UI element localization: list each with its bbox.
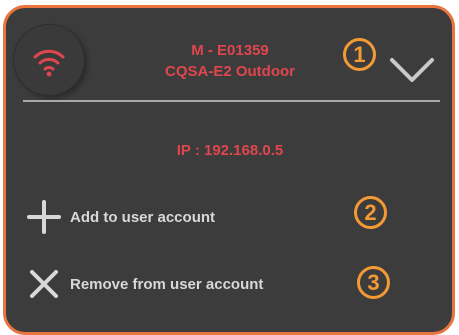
chevron-down-icon[interactable] xyxy=(389,55,435,85)
callout-badge-1: 1 xyxy=(343,38,376,71)
divider xyxy=(23,100,440,102)
ip-address: IP : 192.168.0.5 xyxy=(176,142,284,159)
add-to-account-button[interactable]: Add to user account xyxy=(26,197,215,237)
device-id: M - E01359 xyxy=(191,42,269,59)
wifi-icon xyxy=(33,49,65,77)
callout-badge-2: 2 xyxy=(354,196,387,229)
plus-icon xyxy=(27,200,61,234)
device-model: CQSA-E2 Outdoor xyxy=(165,63,295,80)
remove-from-account-label: Remove from user account xyxy=(70,275,264,293)
add-to-account-label: Add to user account xyxy=(70,208,216,226)
remove-from-account-button[interactable]: Remove from user account xyxy=(26,264,263,304)
close-icon xyxy=(30,270,58,298)
callout-badge-3: 3 xyxy=(357,266,390,299)
wifi-status-button[interactable] xyxy=(14,25,84,95)
